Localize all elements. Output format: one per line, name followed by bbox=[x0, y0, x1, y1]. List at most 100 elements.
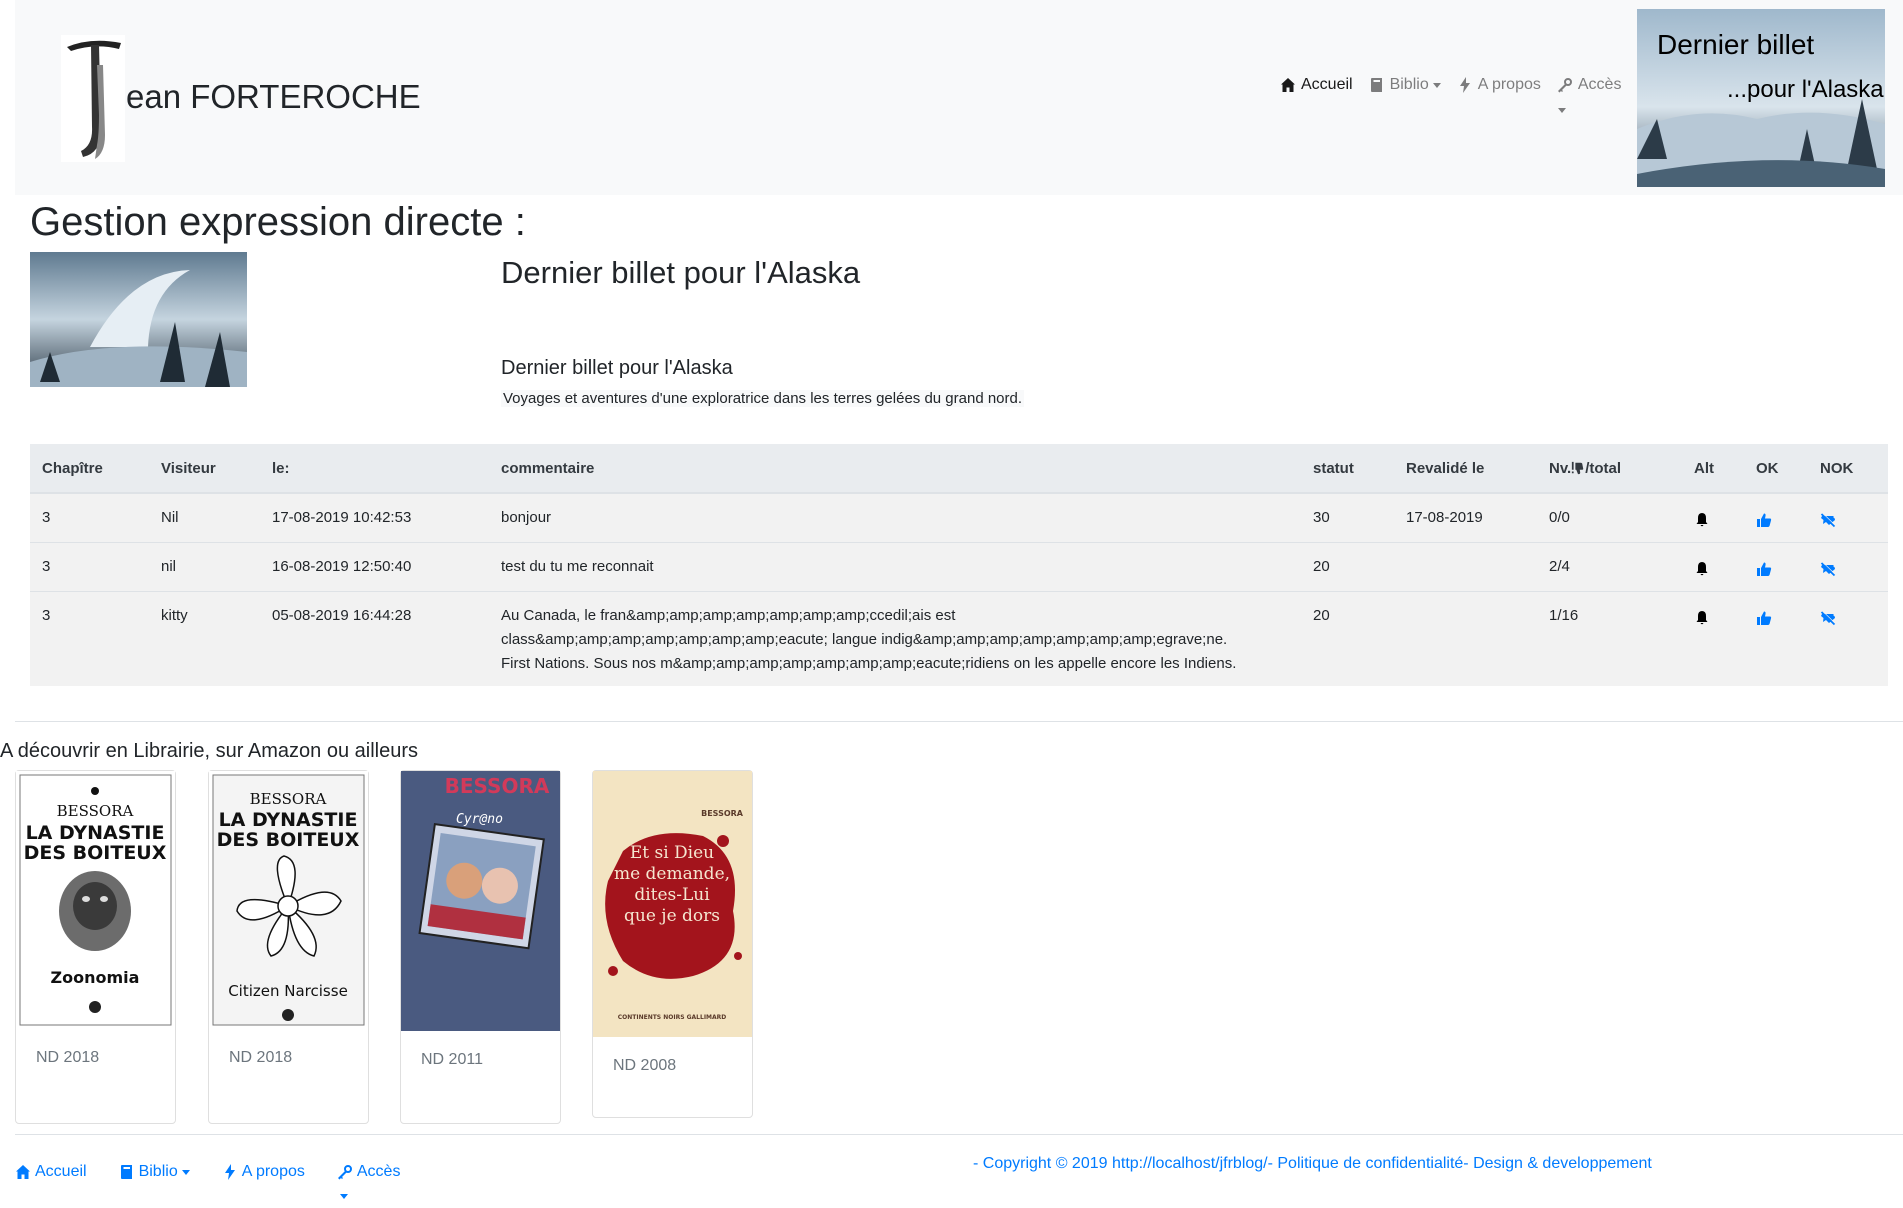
bolt-icon bbox=[224, 1164, 235, 1180]
cell-chapitre: 3 bbox=[30, 591, 149, 686]
bird-slash-icon[interactable] bbox=[1820, 506, 1836, 532]
book-cover-citizen-narcisse-image: BESSORA LA DYNASTIE DES BOITEUX Citizen … bbox=[209, 771, 368, 1029]
brand-name[interactable]: ean FORTEROCHE bbox=[126, 78, 421, 116]
book-cover: BESSORA Cyr@no bbox=[401, 771, 560, 1031]
header-banner[interactable]: Dernier billet ...pour l'Alaska bbox=[1637, 9, 1885, 187]
nav-acces[interactable]: Accès bbox=[1557, 76, 1621, 94]
col-alt[interactable]: Alt bbox=[1682, 444, 1744, 494]
banner-title: Dernier billet bbox=[1657, 29, 1815, 60]
nav-biblio-label: Biblio bbox=[1389, 76, 1429, 93]
bolt-icon bbox=[1459, 77, 1470, 93]
col-nv-prefix: Nv. bbox=[1549, 459, 1572, 477]
bell-icon[interactable] bbox=[1694, 555, 1710, 581]
book1-title1: LA DYNASTIE bbox=[26, 822, 165, 844]
key-icon bbox=[1557, 78, 1572, 93]
footer-apropos-label: A propos bbox=[241, 1163, 305, 1180]
copyright-link[interactable]: - Copyright © 2019 http://localhost/jfrb… bbox=[973, 1155, 1652, 1173]
books-section-heading: A découvrir en Librairie, sur Amazon ou … bbox=[0, 740, 418, 762]
comment-line: First Nations. Sous nos m&amp;amp;amp;am… bbox=[501, 655, 1237, 672]
bell-icon[interactable] bbox=[1694, 604, 1710, 630]
col-commentaire[interactable]: commentaire bbox=[489, 444, 1301, 494]
cell-nok bbox=[1808, 542, 1888, 592]
col-ok[interactable]: OK bbox=[1744, 444, 1808, 494]
footer-biblio[interactable]: Biblio bbox=[119, 1163, 190, 1181]
cell-ok bbox=[1744, 492, 1808, 543]
table-header-row: Chapître Visiteur le: commentaire statut… bbox=[30, 444, 1888, 494]
book-subtitle: Dernier billet pour l'Alaska bbox=[501, 357, 733, 379]
col-visiteur[interactable]: Visiteur bbox=[149, 444, 260, 494]
cell-statut: 30 bbox=[1301, 492, 1394, 543]
book-description: Voyages et aventures d'une exploratrice … bbox=[501, 390, 1025, 407]
footer-accueil[interactable]: Accueil bbox=[15, 1163, 87, 1181]
col-nv-total[interactable]: Nv. /total bbox=[1537, 444, 1682, 494]
col-revalide[interactable]: Revalidé le bbox=[1394, 444, 1537, 494]
cell-ok bbox=[1744, 591, 1808, 686]
cell-visiteur: nil bbox=[149, 542, 260, 592]
nav-accueil[interactable]: Accueil bbox=[1280, 76, 1353, 94]
cell-chapitre: 3 bbox=[30, 492, 149, 543]
home-icon bbox=[1281, 78, 1295, 92]
cell-nok bbox=[1808, 591, 1888, 686]
cell-statut: 20 bbox=[1301, 542, 1394, 592]
comment-line: bonjour bbox=[501, 509, 552, 526]
book-icon bbox=[1370, 78, 1382, 92]
top-navbar: ean FORTEROCHE bbox=[15, 0, 1903, 195]
book-cover: BESSORA LA DYNASTIE DES BOITEUX Zoonomia bbox=[16, 771, 175, 1029]
bird-slash-icon[interactable] bbox=[1820, 555, 1836, 581]
comment-line: class&amp;amp;amp;amp;amp;amp;amp;eacute… bbox=[501, 631, 1228, 648]
nav-biblio[interactable]: Biblio bbox=[1369, 76, 1441, 94]
book-title: Dernier billet pour l'Alaska bbox=[501, 255, 861, 290]
section-divider bbox=[15, 721, 1903, 722]
nav-apropos[interactable]: A propos bbox=[1457, 76, 1541, 94]
cell-date: 16-08-2019 12:50:40 bbox=[260, 542, 489, 592]
footer-acces-label: Accès bbox=[356, 1163, 401, 1180]
book-date: ND 2018 bbox=[229, 1049, 293, 1066]
footer-acces[interactable]: Accès bbox=[337, 1163, 401, 1181]
book-card[interactable]: BESSORA LA DYNASTIE DES BOITEUX Citizen … bbox=[208, 770, 369, 1124]
alaska-thumbnail-image bbox=[30, 252, 247, 387]
cell-commentaire: Au Canada, le fran&amp;amp;amp;amp;amp;a… bbox=[489, 591, 1301, 686]
table-row: 3 kitty 05-08-2019 16:44:28 Au Canada, le f… bbox=[30, 591, 1888, 686]
book3-author: BESSORA bbox=[445, 774, 550, 798]
thumbs-up-icon[interactable] bbox=[1756, 604, 1772, 630]
thumbs-up-icon[interactable] bbox=[1756, 506, 1772, 532]
book-card[interactable]: BESSORA LA DYNASTIE DES BOITEUX Zoonomia… bbox=[15, 770, 176, 1124]
book2-title1: LA DYNASTIE bbox=[219, 809, 358, 831]
book2-author: BESSORA bbox=[250, 790, 327, 808]
col-date[interactable]: le: bbox=[260, 444, 489, 494]
cell-statut: 20 bbox=[1301, 591, 1394, 686]
book-cover: BESSORA LA DYNASTIE DES BOITEUX Citizen … bbox=[209, 771, 368, 1029]
book2-title2: DES BOITEUX bbox=[217, 829, 360, 851]
comment-line: Au Canada, le fran&amp;amp;amp;amp;amp;a… bbox=[501, 607, 956, 624]
footer-acces-caret-icon[interactable] bbox=[340, 1194, 348, 1199]
book4-line2: me demande, bbox=[614, 864, 730, 884]
book-cover-et-si-dieu-image: BESSORA Et si Dieu me demande, dites-Lui… bbox=[593, 771, 752, 1037]
comments-table: Chapître Visiteur le: commentaire statut… bbox=[30, 444, 1888, 686]
col-chapitre[interactable]: Chapître bbox=[30, 444, 149, 494]
book4-publisher: CONTINENTS NOIRS GALLIMARD bbox=[618, 1014, 727, 1021]
book-card[interactable]: BESSORA Et si Dieu me demande, dites-Lui… bbox=[592, 770, 753, 1118]
thumbs-up-icon[interactable] bbox=[1756, 555, 1772, 581]
book-card[interactable]: BESSORA Cyr@no ND 2011 bbox=[400, 770, 561, 1124]
col-nok[interactable]: NOK bbox=[1808, 444, 1888, 494]
book-cover-zoonomia-image: BESSORA LA DYNASTIE DES BOITEUX Zoonomia bbox=[16, 771, 175, 1029]
chevron-down-icon bbox=[1432, 82, 1441, 88]
book4-line4: que je dors bbox=[624, 906, 720, 926]
cell-alt bbox=[1682, 591, 1744, 686]
book-cover-cyrano-image: BESSORA Cyr@no bbox=[401, 771, 560, 1031]
site-logo[interactable] bbox=[61, 35, 125, 162]
footer-apropos[interactable]: A propos bbox=[222, 1163, 305, 1181]
nav-apropos-label: A propos bbox=[1477, 76, 1541, 93]
book2-subtitle: Citizen Narcisse bbox=[228, 982, 348, 1000]
col-statut[interactable]: statut bbox=[1301, 444, 1394, 494]
page-title: Gestion expression directe : bbox=[30, 200, 526, 244]
cell-nok bbox=[1808, 492, 1888, 543]
bell-icon[interactable] bbox=[1694, 506, 1710, 532]
cell-revalide: 17-08-2019 bbox=[1394, 492, 1537, 543]
exclamation-thumbs-down-icon bbox=[1572, 461, 1584, 474]
cell-ratio: 2/4 bbox=[1537, 542, 1682, 592]
book1-subtitle: Zoonomia bbox=[51, 968, 140, 987]
cell-commentaire: bonjour bbox=[489, 492, 1301, 543]
bird-slash-icon[interactable] bbox=[1820, 604, 1836, 630]
acces-dropdown-caret-icon[interactable] bbox=[1558, 108, 1566, 113]
